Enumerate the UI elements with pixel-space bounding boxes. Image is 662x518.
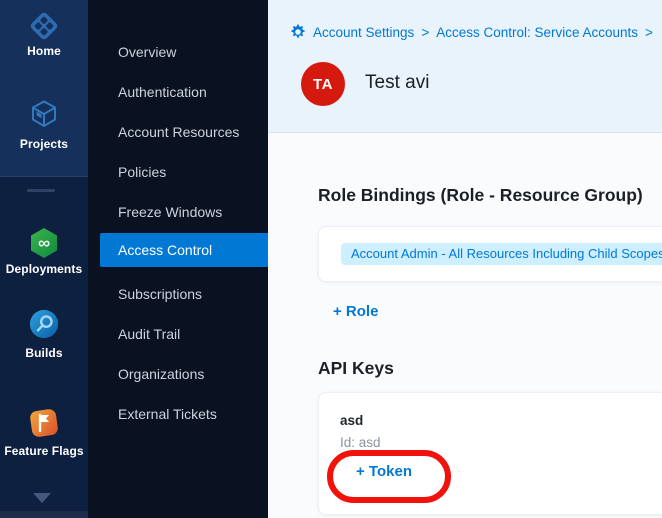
sidebar-item-account-resources[interactable]: Account Resources	[118, 122, 239, 142]
infinity-glyph: ∞	[38, 234, 50, 253]
gear-icon	[290, 24, 306, 40]
avatar: TA	[301, 62, 345, 106]
feature-flags-flag-icon	[27, 406, 61, 440]
sidebar-item-builds-label: Builds	[0, 346, 88, 360]
breadcrumb: Account Settings > Access Control: Servi…	[290, 24, 653, 40]
page-title: Test avi	[365, 72, 429, 94]
main-panel: Role Bindings (Role - Resource Group) Ac…	[268, 133, 662, 518]
home-icon	[28, 10, 60, 42]
sidebar-item-external-tickets[interactable]: External Tickets	[118, 404, 217, 424]
sidebar-item-overview[interactable]: Overview	[118, 42, 176, 62]
sidebar-item-feature-flags[interactable]	[0, 406, 88, 445]
sidebar-item-access-control[interactable]: Access Control	[100, 233, 268, 267]
page-header: Account Settings > Access Control: Servi…	[268, 0, 662, 133]
api-keys-heading: API Keys	[318, 358, 394, 379]
sidebar-item-projects-label: Projects	[0, 137, 88, 151]
api-key-name: asd	[340, 413, 363, 428]
breadcrumb-separator: >	[645, 25, 653, 40]
deployments-hexagon-icon: ∞	[27, 226, 61, 260]
sidebar-item-deployments-label: Deployments	[0, 262, 88, 276]
role-bindings-heading: Role Bindings (Role - Resource Group)	[318, 185, 643, 206]
sidebar-item-freeze-windows[interactable]: Freeze Windows	[118, 202, 222, 222]
content-area: Account Settings > Access Control: Servi…	[268, 0, 662, 518]
sidebar-item-projects[interactable]	[0, 98, 88, 135]
sidebar-item-subscriptions[interactable]: Subscriptions	[118, 284, 202, 304]
role-binding-chip[interactable]: Account Admin - All Resources Including …	[341, 243, 662, 265]
sidebar-item-feature-flags-label: Feature Flags	[0, 444, 88, 458]
sidebar-item-builds[interactable]	[0, 308, 88, 345]
breadcrumb-link-account-settings[interactable]: Account Settings	[313, 25, 414, 40]
sidebar-item-home[interactable]	[0, 10, 88, 47]
sidebar-section-divider	[27, 189, 55, 192]
breadcrumb-separator: >	[421, 25, 429, 40]
api-key-id: Id: asd	[340, 435, 381, 450]
breadcrumb-link-access-control-service-accounts[interactable]: Access Control: Service Accounts	[436, 25, 638, 40]
sidebar-bottom-strip	[0, 511, 88, 518]
module-sidebar: Home Projects ∞ Deployments	[0, 0, 88, 518]
sidebar-item-home-label: Home	[0, 44, 88, 58]
add-token-button[interactable]: + Token	[356, 463, 412, 480]
projects-cube-icon	[28, 98, 60, 130]
sidebar-item-deployments[interactable]: ∞	[0, 226, 88, 265]
role-binding-chip-row: Account Admin - All Resources Including …	[341, 243, 662, 265]
role-bindings-card: Account Admin - All Resources Including …	[318, 226, 662, 282]
sidebar-item-policies[interactable]: Policies	[118, 162, 166, 182]
sidebar-item-authentication[interactable]: Authentication	[118, 82, 207, 102]
sidebar-item-organizations[interactable]: Organizations	[118, 364, 204, 384]
builds-magnifier-icon	[28, 308, 60, 340]
settings-sidebar: Overview Authentication Account Resource…	[88, 0, 268, 518]
add-role-button[interactable]: + Role	[333, 303, 378, 320]
sidebar-item-audit-trail[interactable]: Audit Trail	[118, 324, 180, 344]
api-key-card: asd Id: asd + Token	[318, 392, 662, 515]
chevron-down-icon[interactable]	[33, 493, 51, 503]
